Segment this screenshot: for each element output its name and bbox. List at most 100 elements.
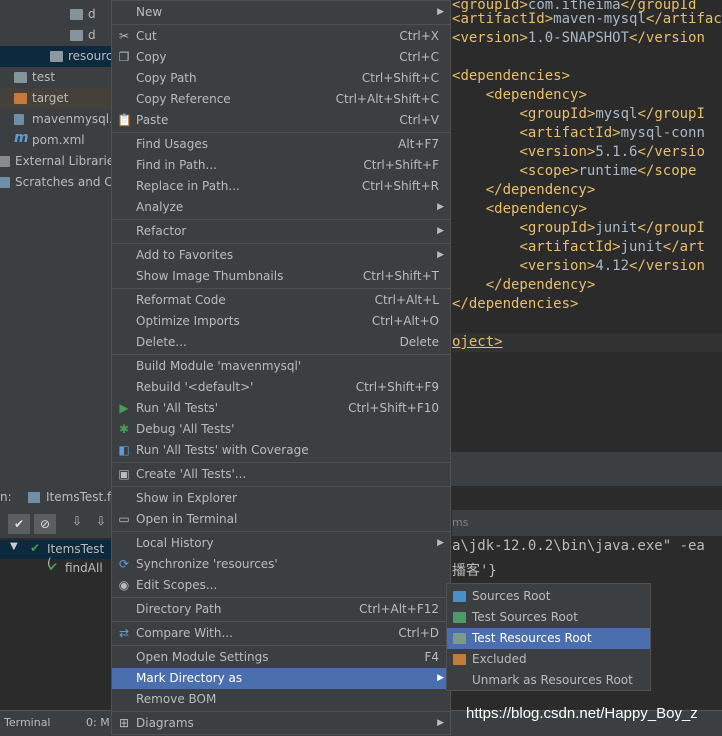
menu-item-paste[interactable]: 📋 Paste Ctrl+V: [112, 110, 450, 131]
menu-item-rebuild-default[interactable]: Rebuild '<default>' Ctrl+Shift+F9: [112, 377, 450, 398]
menu-item-open-module-settings[interactable]: Open Module Settings F4: [112, 647, 450, 668]
menu-item-label: Reformat Code: [136, 293, 226, 307]
menu-item-local-history[interactable]: Local History ▶: [112, 533, 450, 554]
sort-alpha-icon[interactable]: ⇩: [72, 514, 82, 528]
menu-item-open-in-terminal[interactable]: ▭ Open in Terminal: [112, 509, 450, 530]
xml-text: 4.12: [595, 258, 630, 274]
tree-row[interactable]: resourc: [0, 46, 112, 67]
submenu-item-test-resources-root[interactable]: Test Resources Root: [447, 628, 650, 649]
menu-item-show-in-explorer[interactable]: Show in Explorer: [112, 488, 450, 509]
menu-item-label: Remove BOM: [136, 692, 217, 706]
menu-item-create-all-tests[interactable]: ▣ Create 'All Tests'...: [112, 464, 450, 485]
tree-row[interactable]: ▶test: [0, 67, 112, 88]
submenu-item-unmark-as-resources-root[interactable]: Unmark as Resources Root: [447, 670, 650, 691]
show-passed-icon[interactable]: ✔: [8, 514, 30, 534]
scopes-icon: ◉: [118, 578, 130, 592]
menu-item-label: Show in Explorer: [136, 491, 237, 505]
menu-item-new[interactable]: New ▶: [112, 2, 450, 23]
terminal-tab[interactable]: Terminal: [4, 716, 51, 729]
tree-item-label: resourc: [68, 49, 112, 63]
tree-item-label: mavenmysql.i: [32, 112, 112, 126]
menu-item-label: Rebuild '<default>': [136, 380, 254, 394]
menu-item-find-usages[interactable]: Find Usages Alt+F7: [112, 134, 450, 155]
menu-item-debug-all-tests[interactable]: ✱ Debug 'All Tests': [112, 419, 450, 440]
show-ignored-icon[interactable]: ⊘: [34, 514, 56, 534]
test-child-row[interactable]: ✔ findAll: [0, 559, 112, 578]
sort-duration-icon[interactable]: ⇩: [96, 514, 106, 528]
chevron-down-icon[interactable]: ▼: [10, 541, 18, 552]
menu-item-label: Cut: [136, 29, 157, 43]
menu-item-cut[interactable]: ✂ Cut Ctrl+X: [112, 26, 450, 47]
menu-item-diagrams[interactable]: ⊞ Diagrams ▶: [112, 713, 450, 734]
menu-item-reformat-code[interactable]: Reformat Code Ctrl+Alt+L: [112, 290, 450, 311]
library-icon: [0, 156, 10, 167]
menu-item-optimize-imports[interactable]: Optimize Imports Ctrl+Alt+O: [112, 311, 450, 332]
menu-item-analyze[interactable]: Analyze ▶: [112, 197, 450, 218]
tree-row[interactable]: ▶d: [0, 25, 112, 46]
menu-item-shortcut: Ctrl+C: [399, 50, 439, 64]
messages-tab[interactable]: 0: M: [86, 716, 110, 729]
menu-item-run-all-tests[interactable]: ▶ Run 'All Tests' Ctrl+Shift+F10: [112, 398, 450, 419]
menu-separator: [112, 243, 450, 244]
menu-item-label: Create 'All Tests'...: [136, 467, 247, 481]
submenu-item-excluded[interactable]: Excluded: [447, 649, 650, 670]
menu-item-shortcut: Ctrl+D: [398, 626, 439, 640]
menu-item-label: Optimize Imports: [136, 314, 240, 328]
tree-row[interactable]: Scratches and Co: [0, 172, 112, 193]
menu-item-label: Open in Terminal: [136, 512, 238, 526]
xml-tag: >: [544, 11, 554, 27]
code-line: <groupId>mysql</groupI: [452, 105, 704, 124]
xml-tag: <: [485, 87, 495, 103]
menu-item-add-to-favorites[interactable]: Add to Favorites ▶: [112, 245, 450, 266]
xml-tag: </: [629, 258, 646, 274]
context-menu: New ▶ ✂ Cut Ctrl+X ❐ Copy Ctrl+C Copy Path Ctrl+S…: [111, 0, 451, 735]
xml-tag: <: [519, 144, 528, 160]
submenu-item-test-sources-root[interactable]: Test Sources Root: [447, 607, 650, 628]
menu-item-copy-path[interactable]: Copy Path Ctrl+Shift+C: [112, 68, 450, 89]
xml-tag: <: [519, 125, 528, 141]
xml-tag: >: [586, 277, 596, 293]
tree-row[interactable]: ▶target: [0, 88, 112, 109]
menu-item-show-image-thumbnails[interactable]: Show Image Thumbnails Ctrl+Shift+T: [112, 266, 450, 287]
xml-text: 1.0-SNAPSHOT: [527, 30, 630, 46]
tree-row[interactable]: ▶d: [0, 4, 112, 25]
xml-tag-name: scope: [527, 163, 571, 179]
code-line: </dependencies>: [452, 295, 578, 314]
xml-tag-name: groupId: [527, 106, 587, 122]
test-root-row[interactable]: ▼ ✔ ItemsTest (: [0, 540, 112, 570]
menu-item-replace-in-path[interactable]: Replace in Path... Ctrl+Shift+R: [112, 176, 450, 197]
menu-item-edit-scopes[interactable]: ◉ Edit Scopes...: [112, 575, 450, 596]
xml-tag-name: artifactId: [662, 11, 722, 27]
menu-item-build-module-mavenmysql[interactable]: Build Module 'mavenmysql': [112, 356, 450, 377]
submenu-item-sources-root[interactable]: Sources Root: [447, 586, 650, 607]
code-line: <dependency>: [452, 86, 587, 105]
chevron-right-icon: ▶: [437, 673, 444, 683]
xml-editor[interactable]: <groupId>com.itheima</groupId <artifactId…: [452, 0, 722, 452]
diagrams-icon: ⊞: [118, 716, 130, 730]
menu-item-delete[interactable]: Delete... Delete: [112, 332, 450, 353]
tree-row[interactable]: ▶External Libraries: [0, 151, 112, 172]
menu-item-refactor[interactable]: Refactor ▶: [112, 221, 450, 242]
xml-tag-name: dependency: [494, 201, 579, 217]
xml-tag: <: [519, 239, 528, 255]
code-line: <version>4.12</version: [452, 257, 704, 276]
menu-item-directory-path[interactable]: Directory Path Ctrl+Alt+F12: [112, 599, 450, 620]
menu-item-label: Build Module 'mavenmysql': [136, 359, 302, 373]
xml-tag-name: scope: [654, 163, 697, 179]
menu-item-label: Compare With...: [136, 626, 233, 640]
tree-row[interactable]: m pom.xml: [0, 130, 112, 151]
menu-item-mark-directory-as[interactable]: Mark Directory as ▶: [112, 668, 450, 689]
xml-tag: <: [519, 163, 528, 179]
xml-tag-name: dependency: [494, 87, 579, 103]
menu-item-find-in-path[interactable]: Find in Path... Ctrl+Shift+F: [112, 155, 450, 176]
menu-item-compare-with[interactable]: ⇄ Compare With... Ctrl+D: [112, 623, 450, 644]
menu-item-copy[interactable]: ❐ Copy Ctrl+C: [112, 47, 450, 68]
run-tab[interactable]: ItemsTest.f: [46, 490, 111, 504]
code-line: <artifactId>maven-mysql</artifactId: [452, 10, 722, 29]
menu-item-remove-bom[interactable]: Remove BOM: [112, 689, 450, 710]
menu-item-copy-reference[interactable]: Copy Reference Ctrl+Alt+Shift+C: [112, 89, 450, 110]
menu-item-synchronize-resources[interactable]: ⟳ Synchronize 'resources': [112, 554, 450, 575]
create-config-icon: ▣: [118, 467, 130, 481]
tree-row[interactable]: mavenmysql.i: [0, 109, 112, 130]
menu-item-run-all-tests-with-coverage[interactable]: ◧ Run 'All Tests' with Coverage: [112, 440, 450, 461]
